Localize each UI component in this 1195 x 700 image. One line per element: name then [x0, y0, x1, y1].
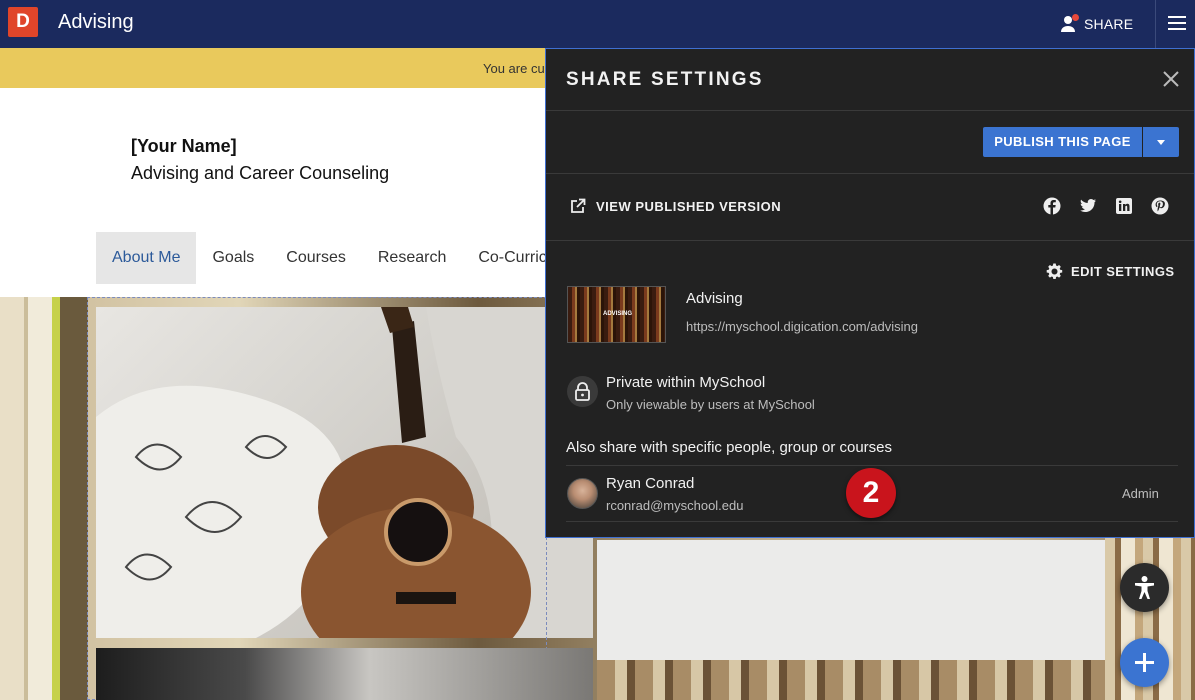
site-url: https://myschool.digication.com/advising	[686, 319, 918, 334]
page-subtitle: Advising and Career Counseling	[131, 163, 390, 183]
share-button[interactable]: SHARE	[1060, 12, 1133, 36]
shared-user-name: Ryan Conrad	[606, 475, 695, 492]
view-published-label: VIEW PUBLISHED VERSION	[596, 198, 782, 214]
shared-user-role[interactable]: Admin	[1122, 486, 1159, 501]
panel-title: SHARE SETTINGS	[566, 69, 764, 90]
privacy-description: Only viewable by users at MySchool	[606, 397, 815, 412]
hamburger-menu-icon[interactable]	[1168, 16, 1186, 32]
facebook-icon[interactable]	[1043, 197, 1061, 215]
edit-settings-button[interactable]: EDIT SETTINGS	[1046, 263, 1174, 280]
site-name: Advising	[686, 290, 743, 307]
edit-settings-label: EDIT SETTINGS	[1071, 264, 1175, 279]
close-icon[interactable]	[1162, 70, 1180, 88]
linkedin-icon[interactable]	[1115, 197, 1133, 215]
publish-button-group: PUBLISH THIS PAGE	[983, 127, 1179, 157]
shared-user-email: rconrad@myschool.edu	[606, 498, 744, 513]
tab-about-me[interactable]: About Me	[96, 232, 197, 284]
divider	[1155, 0, 1156, 48]
publish-page-button[interactable]: PUBLISH THIS PAGE	[983, 127, 1142, 157]
lock-icon	[567, 376, 598, 407]
divider	[566, 465, 1178, 466]
notification-dot	[1072, 14, 1079, 21]
twitter-icon[interactable]	[1079, 197, 1097, 215]
accessibility-icon	[1135, 576, 1154, 599]
banner-text: You are cu	[483, 61, 545, 76]
share-button-label: SHARE	[1084, 16, 1134, 32]
top-bar: D Advising SHARE	[0, 0, 1195, 48]
tab-research[interactable]: Research	[362, 232, 462, 284]
app-logo[interactable]: D	[8, 7, 38, 37]
selected-block-frame	[87, 297, 547, 700]
tab-goals[interactable]: Goals	[196, 232, 270, 284]
divider	[546, 240, 1194, 241]
divider	[566, 521, 1178, 522]
divider	[546, 110, 1194, 111]
external-link-icon	[571, 198, 586, 213]
also-share-label: Also share with specific people, group o…	[566, 439, 893, 456]
step-number-badge: 2	[846, 468, 896, 518]
view-published-link[interactable]: VIEW PUBLISHED VERSION	[570, 198, 781, 214]
gear-icon	[1046, 263, 1063, 279]
divider	[546, 173, 1194, 174]
bookshelf-image-lower	[597, 660, 1105, 700]
plus-icon	[1135, 653, 1154, 672]
lower-photo[interactable]	[96, 648, 593, 700]
owner-name: [Your Name]	[131, 136, 237, 156]
app-title: Advising	[58, 11, 134, 33]
share-settings-panel: SHARE SETTINGS PUBLISH THIS PAGE VIEW PU…	[545, 48, 1195, 538]
site-thumbnail: ADVISING	[567, 286, 666, 343]
bookshelf-image	[0, 297, 88, 700]
image-placeholder[interactable]	[597, 540, 1105, 660]
tab-courses[interactable]: Courses	[270, 232, 362, 284]
page-tabs: About Me Goals Courses Research Co-Curri…	[96, 232, 572, 284]
publish-dropdown-chevron-icon[interactable]	[1143, 127, 1179, 157]
accessibility-button[interactable]	[1120, 563, 1169, 612]
thumbnail-label: ADVISING	[602, 311, 632, 317]
add-button[interactable]	[1120, 638, 1169, 687]
privacy-setting[interactable]: Private within MySchool	[606, 374, 765, 391]
avatar	[567, 478, 598, 509]
person-icon	[1060, 14, 1079, 33]
pinterest-icon[interactable]	[1151, 197, 1169, 215]
